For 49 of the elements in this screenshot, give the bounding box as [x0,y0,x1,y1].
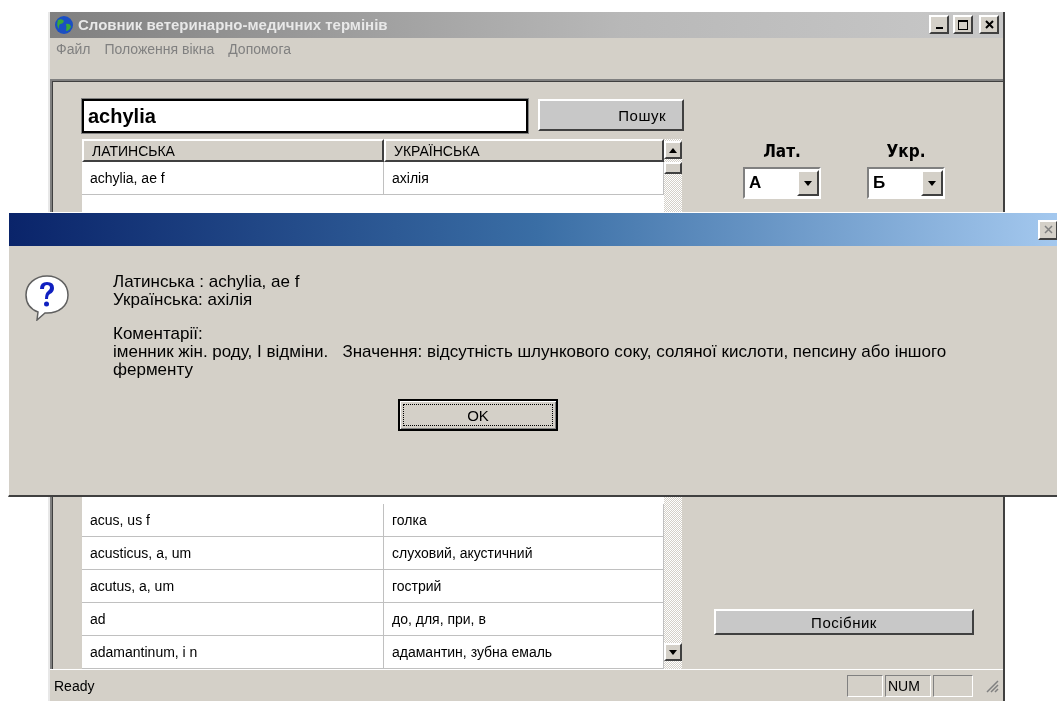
search-button[interactable]: Пошук [537,99,684,132]
down-arrow-icon [669,649,677,655]
comment-label: Коментарії: [113,325,204,343]
maximize-button[interactable] [953,15,973,35]
close-button[interactable] [1038,219,1057,240]
window-title: Словник ветеринарно-медичних термінів [78,16,389,34]
maximize-icon [958,19,968,30]
column-header[interactable]: УКРАЇНСЬКА [384,139,664,163]
table-cell: ахілія [384,162,664,196]
letter-dropdown[interactable]: Б [867,167,945,200]
up-arrow-icon [669,147,677,153]
column-header[interactable]: ЛАТИНСЬКА [82,139,384,163]
status-pane [933,674,973,697]
status-pane [847,674,883,697]
caret-icon [804,180,812,186]
resize-grip-icon [985,678,999,693]
table-cell: achylia, ae f [82,162,384,196]
close-icon [1043,225,1053,234]
search-field[interactable]: achylia [82,99,528,134]
table-cell: гострий [384,570,664,604]
guide-button[interactable]: Посібник [714,609,974,636]
scroll-up-button[interactable] [664,141,682,160]
table-cell: слуховий, акустичний [384,537,664,571]
table-cell: acusticus, a, um [82,537,384,571]
status-indicator: NUM [885,674,931,697]
table-cell: adamantinum, i n [82,636,384,670]
dialog-text: Латинська : achylia, ae f [113,273,301,291]
filter-label: Укр. [886,141,926,162]
caret-icon [928,180,936,186]
table-cell: acutus, a, um [82,570,384,604]
filter-label: Лат. [763,141,801,162]
scrollbar-thumb[interactable] [664,162,682,175]
close-button[interactable] [979,15,999,35]
comment-text: іменник жін. роду, I відміни. Значення: відсутність шлункового соку, соляної кислоти, пепсину або іншого ферменту [113,343,948,379]
minimize-button[interactable] [929,15,949,35]
table-cell: ad [82,603,384,637]
table-cell: адамантин, зубна емаль [384,636,664,670]
ok-button[interactable]: OK [398,399,558,431]
question-icon [23,273,71,321]
status-text: Ready [54,677,96,694]
table-cell: голка [384,504,664,538]
globe-icon [54,14,74,35]
minimize-icon [935,26,943,29]
close-icon [984,20,994,30]
letter-dropdown[interactable]: А [743,167,821,200]
table-cell: acus, us f [82,504,384,538]
dialog-text: Українська: ахілія [113,291,254,309]
scroll-down-button[interactable] [664,643,682,662]
table-cell: до, для, при, в [384,603,664,637]
